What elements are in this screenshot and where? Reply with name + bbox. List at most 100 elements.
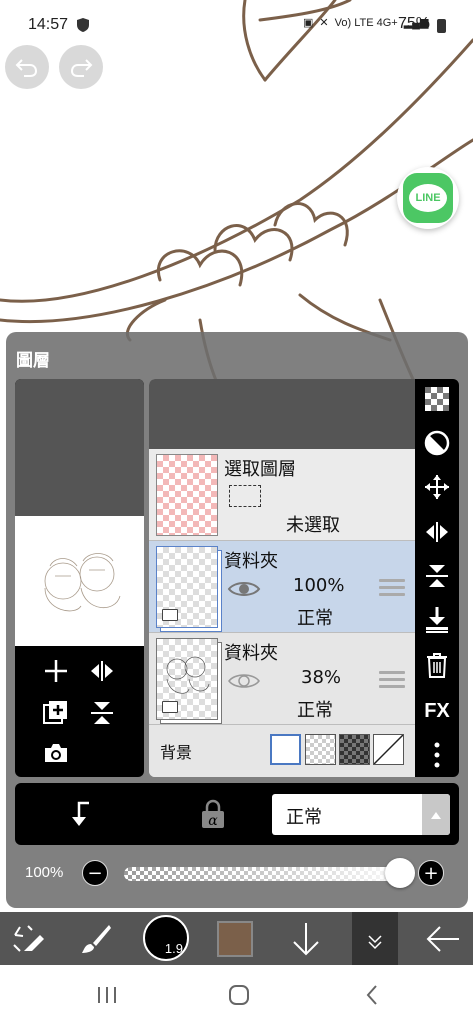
- opacity-slider-fill: [124, 867, 400, 881]
- transparency-lock-button[interactable]: [415, 379, 459, 419]
- recent-apps-button[interactable]: [92, 983, 122, 1007]
- move-button[interactable]: [415, 467, 459, 507]
- background-white-option[interactable]: [270, 734, 301, 765]
- flip-horizontal-button[interactable]: [415, 512, 459, 552]
- preview-background: [15, 379, 144, 516]
- more-icon: [434, 742, 440, 768]
- preview-thumbnail: [15, 516, 144, 646]
- eye-icon[interactable]: [227, 579, 261, 599]
- minus-icon: −: [87, 862, 103, 884]
- camera-icon: [45, 744, 67, 762]
- undo-button[interactable]: [5, 45, 49, 89]
- redo-button[interactable]: [59, 45, 103, 89]
- layer-list: 選取圖層 未選取 資料夾 100% 正常 資料夾 38% 正常 背景: [149, 379, 415, 777]
- checkerboard-icon: [425, 387, 449, 411]
- blend-mode-select[interactable]: 正常: [272, 794, 450, 835]
- plus-icon: +: [423, 862, 439, 884]
- color-picker-button[interactable]: [217, 921, 253, 957]
- flip-canvas-horizontal-button[interactable]: [85, 654, 119, 688]
- brush-tool-button[interactable]: [74, 912, 118, 965]
- double-chevron-down-icon: [368, 935, 382, 950]
- layer-row[interactable]: 資料夾 38% 正常: [149, 633, 415, 725]
- opacity-slider-knob[interactable]: [385, 858, 415, 888]
- shield-icon: [77, 18, 89, 32]
- eye-icon[interactable]: [227, 671, 261, 691]
- drag-handle-icon[interactable]: [379, 671, 405, 689]
- layer-side-toolbar: FX: [415, 379, 459, 777]
- merge-down-icon: [426, 607, 448, 633]
- blend-mode-value: 正常: [286, 807, 322, 828]
- opacity-increase-button[interactable]: +: [418, 860, 444, 886]
- preview-drawing: [44, 553, 121, 612]
- layer-menu-button[interactable]: [352, 912, 398, 965]
- status-bar: 14:57 ▣ ✕ Vo) LTE 4G+ ▂▄▆ 75%: [0, 0, 473, 50]
- delete-layer-button[interactable]: [415, 645, 459, 685]
- flip-horizontal-icon: [91, 661, 113, 681]
- canvas-preview: [15, 379, 144, 777]
- arrow-left-icon: [426, 925, 459, 952]
- line-icon: LINE: [403, 173, 453, 223]
- android-nav-bar: [0, 965, 473, 1024]
- copy-add-icon: [43, 701, 67, 724]
- fx-button[interactable]: FX: [415, 691, 459, 731]
- redo-icon: [70, 59, 93, 77]
- background-row: 背景: [149, 725, 415, 777]
- more-options-button[interactable]: [415, 735, 459, 775]
- undo-icon: [15, 59, 38, 77]
- brush-size-button[interactable]: 1.9: [143, 915, 189, 961]
- opacity-value: 100%: [25, 864, 64, 881]
- back-button[interactable]: [418, 912, 468, 965]
- layer-opacity: 38%: [301, 667, 342, 688]
- flip-vertical-icon: [91, 702, 113, 724]
- background-checker-light-option[interactable]: [305, 734, 336, 765]
- svg-text:α: α: [208, 813, 218, 829]
- halftone-button[interactable]: [415, 423, 459, 463]
- layer-blend-mode: 正常: [297, 700, 333, 721]
- clipping-button[interactable]: [65, 799, 95, 829]
- folder-icon: [162, 609, 178, 621]
- opacity-slider[interactable]: [124, 867, 400, 881]
- battery-saver-icon: ▣: [303, 17, 314, 29]
- selection-status: 未選取: [286, 515, 340, 536]
- home-button[interactable]: [224, 983, 254, 1007]
- merge-down-button[interactable]: [415, 600, 459, 640]
- line-app-bubble[interactable]: LINE: [397, 167, 459, 229]
- add-layer-button[interactable]: [39, 654, 73, 688]
- flip-vertical-button[interactable]: [415, 556, 459, 596]
- home-icon: [229, 985, 249, 1005]
- chevron-left-icon: [366, 985, 377, 1005]
- opacity-decrease-button[interactable]: −: [82, 860, 108, 886]
- layer-name: 選取圖層: [224, 459, 296, 480]
- move-icon: [425, 475, 449, 499]
- camera-button[interactable]: [39, 736, 73, 770]
- flip-canvas-vertical-button[interactable]: [85, 696, 119, 730]
- brush-size-value: 1.9: [164, 941, 183, 956]
- selection-layer-row[interactable]: 選取圖層 未選取: [149, 449, 415, 541]
- transform-eraser-icon: [13, 924, 44, 952]
- background-label: 背景: [160, 743, 193, 762]
- layer-blend-mode: 正常: [297, 608, 333, 629]
- selection-icon: [229, 485, 261, 507]
- drag-handle-icon[interactable]: [379, 579, 405, 597]
- duplicate-layer-button[interactable]: [39, 696, 73, 730]
- battery-label: 75%: [398, 15, 431, 32]
- panel-title: 圖層: [16, 351, 50, 371]
- slash-icon: [373, 734, 404, 765]
- network-label: Vo) LTE 4G+: [334, 16, 398, 29]
- battery-icon: [437, 19, 446, 33]
- status-time: 14:57: [28, 16, 69, 33]
- brush-icon: [82, 924, 111, 953]
- layer-name: 資料夾: [224, 643, 278, 664]
- folder-icon: [162, 701, 178, 713]
- layer-down-button[interactable]: [284, 912, 328, 965]
- alpha-lock-button[interactable]: α: [198, 798, 228, 830]
- background-checker-dark-option[interactable]: [339, 734, 370, 765]
- system-back-button[interactable]: [357, 983, 387, 1007]
- recent-apps-icon: [98, 987, 116, 1003]
- layer-thumbnail: [156, 546, 218, 628]
- flip-horizontal-icon: [426, 522, 448, 542]
- layer-row[interactable]: 資料夾 100% 正常: [149, 541, 415, 633]
- background-none-option[interactable]: [373, 734, 404, 765]
- transform-tool-button[interactable]: [6, 912, 50, 965]
- blend-mode-bar: α 正常: [15, 783, 459, 845]
